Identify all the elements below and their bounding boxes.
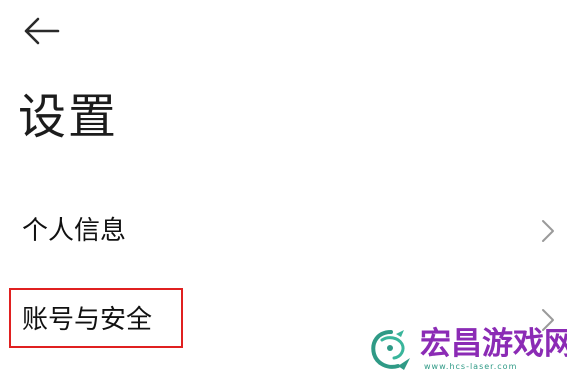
- settings-item-label: 个人信息: [22, 216, 127, 246]
- back-button[interactable]: [22, 14, 62, 48]
- page-title: 设置: [18, 89, 119, 145]
- settings-item-label: 账号与安全: [22, 305, 153, 335]
- chevron-right-icon: [541, 219, 555, 243]
- arrow-left-icon: [22, 14, 62, 48]
- watermark-url: www.hcs-laser.com: [424, 362, 518, 371]
- chevron-right-icon: [541, 308, 555, 332]
- settings-item-account-security[interactable]: 账号与安全: [0, 290, 567, 350]
- settings-item-personal-info[interactable]: 个人信息: [0, 201, 567, 261]
